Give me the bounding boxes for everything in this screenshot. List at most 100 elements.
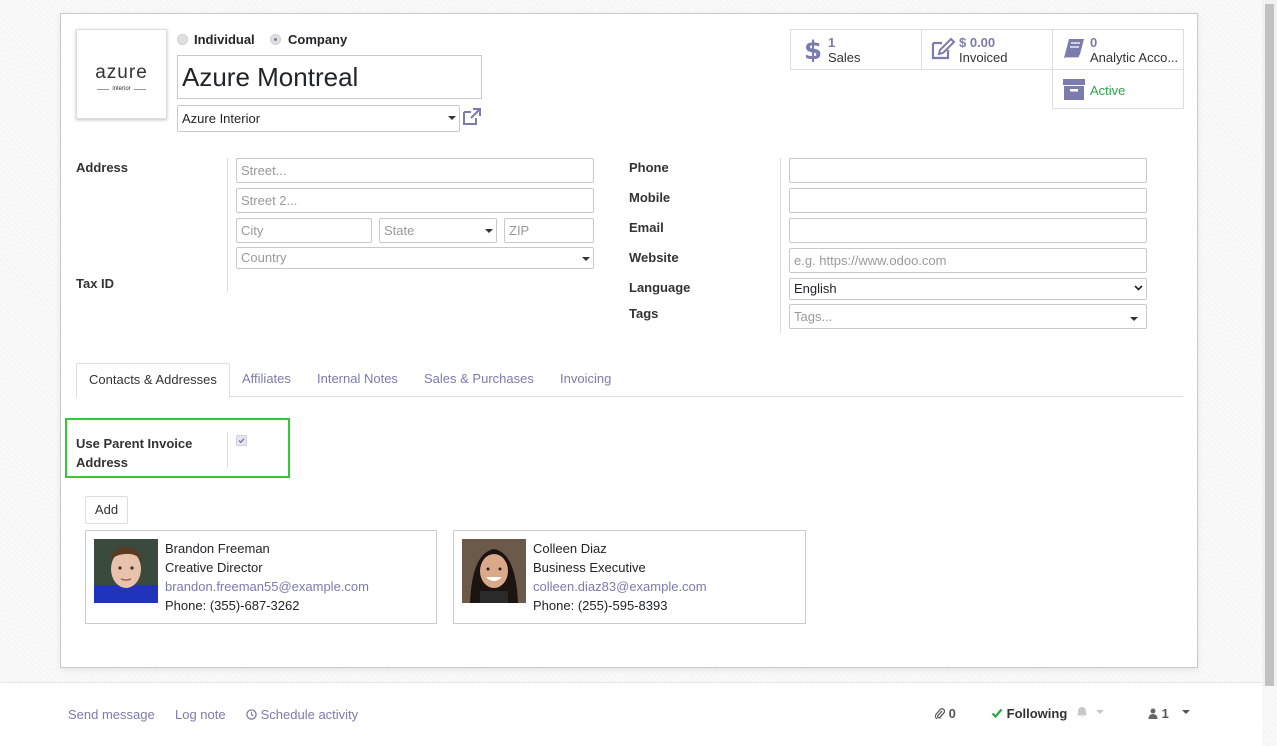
- schedule-activity-label: Schedule activity: [260, 707, 359, 722]
- radio-individual[interactable]: [177, 34, 188, 45]
- contact-email[interactable]: colleen.diaz83@example.com: [533, 579, 707, 594]
- contact-card[interactable]: Brandon Freeman Creative Director brando…: [85, 530, 437, 624]
- use-parent-invoice-label: Use Parent Invoice Address: [76, 436, 193, 470]
- mobile-input[interactable]: [789, 188, 1147, 213]
- contact-avatar-photo: [94, 539, 158, 603]
- parent-company-value: Azure Interior: [182, 111, 261, 126]
- send-message-button[interactable]: Send message: [68, 707, 155, 722]
- country-caret-icon: [582, 257, 590, 261]
- invoiced-label: Invoiced: [959, 50, 1008, 65]
- language-chevron-down-icon: [1134, 285, 1143, 291]
- contact-email[interactable]: brandon.freeman55@example.com: [165, 579, 369, 594]
- active-toggle-button[interactable]: Active: [1052, 69, 1184, 109]
- contact-photo: [462, 539, 526, 603]
- language-value: English: [794, 281, 837, 296]
- sales-label: Sales: [828, 50, 861, 65]
- email-input[interactable]: [789, 218, 1147, 243]
- radio-company[interactable]: [270, 34, 281, 45]
- form-sheet: azure interior Individual Company Azure …: [60, 13, 1198, 668]
- tab-invoicing[interactable]: Invoicing: [548, 363, 623, 397]
- analytic-accounts-count: 0: [1090, 35, 1098, 50]
- book-icon: [1064, 39, 1084, 59]
- invoiced-amount: $ 0.00: [959, 35, 996, 50]
- country-placeholder: Country: [241, 250, 287, 265]
- tax-id-label: Tax ID: [76, 276, 115, 291]
- state-select[interactable]: State: [379, 218, 497, 243]
- address-divider: [227, 158, 228, 292]
- website-input[interactable]: e.g. https://www.odoo.com: [789, 248, 1147, 273]
- tags-input[interactable]: Tags...: [789, 304, 1147, 329]
- address-label: Address: [76, 160, 129, 175]
- tab-sales-purchases[interactable]: Sales & Purchases: [412, 363, 546, 397]
- attachments-button[interactable]: 0: [934, 706, 956, 721]
- log-note-button[interactable]: Log note: [175, 707, 226, 722]
- tab-affiliates[interactable]: Affiliates: [230, 363, 303, 397]
- user-icon: [1148, 708, 1158, 719]
- external-link-icon[interactable]: [462, 108, 482, 126]
- bell-icon: [1076, 707, 1088, 718]
- page-scrollbar[interactable]: [1262, 0, 1277, 686]
- street-placeholder: Street...: [241, 163, 287, 178]
- analytic-accounts-label: Analytic Acco...: [1090, 50, 1179, 65]
- radio-company-label[interactable]: Company: [288, 32, 347, 47]
- street2-input[interactable]: Street 2...: [236, 188, 594, 213]
- archive-icon: [1063, 79, 1085, 100]
- language-label: Language: [629, 280, 691, 295]
- following-label: Following: [1006, 706, 1068, 721]
- schedule-activity-button[interactable]: Schedule activity: [246, 707, 358, 722]
- phone-input[interactable]: [789, 158, 1147, 183]
- analytic-accounts-smart-button[interactable]: 0 Analytic Acco...: [1052, 29, 1184, 70]
- street-input[interactable]: Street...: [236, 158, 594, 183]
- followers-count: 1: [1161, 706, 1169, 721]
- contact-title: Business Executive: [533, 560, 646, 575]
- zip-placeholder: ZIP: [509, 223, 530, 238]
- website-label: Website: [629, 250, 679, 265]
- partner-name-input[interactable]: Azure Montreal: [177, 55, 482, 99]
- pencil-square-icon: [931, 37, 956, 60]
- following-button[interactable]: Following: [991, 706, 1067, 721]
- parent-company-caret-icon: [448, 116, 456, 120]
- use-parent-invoice-checkbox[interactable]: [236, 435, 247, 446]
- sales-smart-button[interactable]: $ 1 Sales: [790, 29, 922, 70]
- chevron-down-icon: [1095, 710, 1104, 714]
- contact-title: Creative Director: [165, 560, 263, 575]
- add-contact-button[interactable]: Add: [85, 496, 128, 524]
- contact-divider: [780, 158, 781, 333]
- contact-avatar-photo: [462, 539, 526, 603]
- radio-individual-label[interactable]: Individual: [194, 32, 255, 47]
- tab-contacts-addresses[interactable]: Contacts & Addresses: [76, 363, 230, 398]
- street2-placeholder: Street 2...: [241, 193, 298, 208]
- country-select[interactable]: Country: [236, 247, 594, 269]
- tags-placeholder: Tags...: [794, 309, 833, 324]
- chatter-bar: Send message Log note Schedule activity …: [0, 682, 1262, 746]
- website-placeholder: e.g. https://www.odoo.com: [794, 253, 947, 268]
- scrollbar-thumb[interactable]: [1265, 4, 1274, 686]
- followers-button[interactable]: 1: [1148, 706, 1191, 721]
- state-placeholder: State: [384, 223, 415, 238]
- invoice-divider: [227, 432, 228, 468]
- svg-text:$: $: [804, 36, 822, 62]
- zip-input[interactable]: ZIP: [504, 218, 594, 243]
- paperclip-icon: [935, 708, 946, 721]
- partner-avatar[interactable]: azure interior: [76, 29, 167, 119]
- contact-phone: Phone: (355)-687-3262: [165, 598, 300, 613]
- language-select[interactable]: English: [789, 278, 1147, 300]
- email-label: Email: [629, 220, 664, 235]
- notification-button[interactable]: [1076, 706, 1104, 721]
- invoiced-smart-button[interactable]: $ 0.00 Invoiced: [921, 29, 1053, 70]
- contact-card[interactable]: Colleen Diaz Business Executive colleen.…: [453, 530, 806, 624]
- phone-label: Phone: [629, 160, 669, 175]
- active-label: Active: [1090, 83, 1126, 98]
- tags-label: Tags: [629, 306, 659, 321]
- notebook-tabs: Contacts & Addresses Affiliates Internal…: [76, 363, 1183, 398]
- followers-chevron-down-icon: [1182, 710, 1191, 714]
- tags-caret-icon: [1130, 317, 1138, 321]
- check-icon: [238, 438, 245, 444]
- dollar-icon: $: [804, 36, 822, 62]
- parent-company-select[interactable]: Azure Interior: [177, 105, 460, 132]
- logo-text: azure: [95, 62, 148, 83]
- mobile-label: Mobile: [629, 190, 671, 205]
- sales-count: 1: [828, 35, 836, 50]
- city-input[interactable]: City: [236, 218, 372, 243]
- tab-internal-notes[interactable]: Internal Notes: [305, 363, 410, 397]
